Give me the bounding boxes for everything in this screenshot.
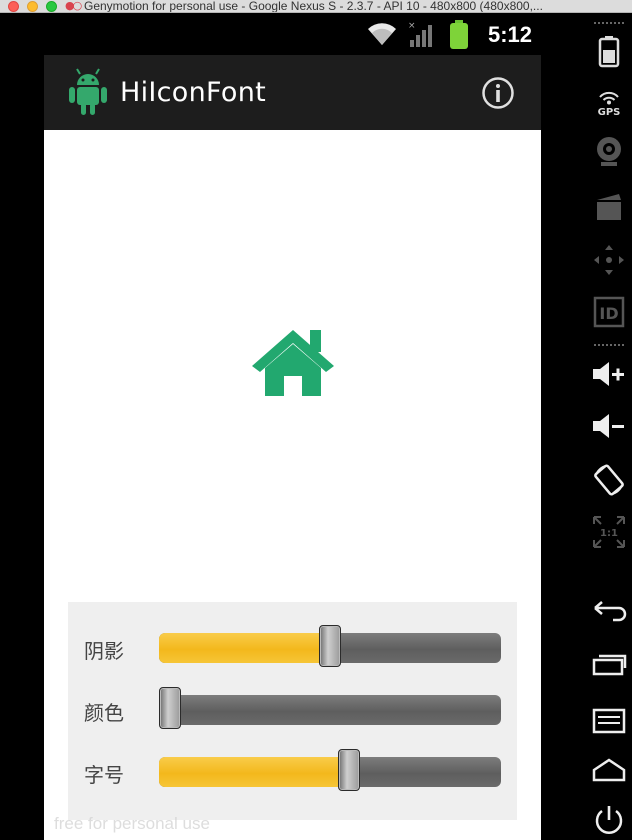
shadow-slider-fill: [159, 633, 330, 663]
svg-text:GPS: GPS: [598, 107, 621, 117]
window-title: Genymotion for personal use - Google Nex…: [84, 0, 543, 12]
home-icon: [252, 330, 334, 396]
android-logo-icon: [69, 68, 107, 115]
size-slider-fill: [159, 757, 349, 787]
content-area: 阴影 颜色 字号: [44, 130, 541, 840]
window-titlebar: ●○ Genymotion for personal use - Google …: [0, 0, 632, 13]
home-button-icon: [592, 758, 626, 782]
slider-label-shadow: 阴影: [84, 639, 124, 663]
size-slider-thumb[interactable]: [338, 749, 360, 791]
scale-button[interactable]: 1:1: [586, 512, 632, 552]
slider-label-size: 字号: [84, 763, 124, 787]
status-time: 5:12: [487, 22, 532, 47]
window-minimize-button[interactable]: [27, 1, 38, 12]
gps-icon: GPS: [598, 91, 621, 117]
webcam-button[interactable]: [586, 134, 632, 170]
dpad-icon: [594, 245, 624, 275]
shadow-slider-thumb[interactable]: [319, 625, 341, 667]
back-icon: [594, 601, 627, 622]
wifi-icon: [368, 23, 396, 45]
camera-icon: [597, 137, 621, 166]
recent-apps-icon: [592, 654, 627, 676]
svg-text:ID: ID: [599, 304, 618, 323]
volume-down-icon: [593, 414, 624, 438]
video-icon: [597, 194, 621, 220]
recent-apps-button[interactable]: [586, 646, 632, 682]
color-slider-thumb[interactable]: [159, 687, 181, 729]
volume-up-icon: [593, 362, 624, 386]
toolbar-divider: [594, 344, 624, 348]
toolbar-divider: [594, 22, 624, 26]
signal-icon: ×: [408, 21, 432, 47]
menu-icon: [592, 708, 626, 734]
scale-icon: 1:1: [593, 516, 625, 548]
android-statusbar: × 5:12: [44, 14, 542, 55]
color-slider-track[interactable]: [159, 695, 501, 725]
dpad-button[interactable]: [586, 240, 632, 280]
slider-row-color: 颜色: [68, 687, 517, 731]
svg-text:1:1: 1:1: [600, 528, 618, 539]
window-close-button[interactable]: [8, 1, 19, 12]
battery-icon: [598, 36, 620, 68]
action-bar: HiIconFont: [44, 55, 541, 130]
device-id-button[interactable]: ID: [586, 292, 632, 332]
info-icon[interactable]: [481, 76, 515, 110]
id-icon: ID: [593, 296, 625, 328]
battery-status-icon: [450, 20, 468, 49]
genymotion-logo-icon: ●○: [65, 0, 82, 12]
genymotion-toolbar: GPS ID 1:1: [586, 14, 632, 840]
battery-button[interactable]: [586, 34, 632, 70]
power-button[interactable]: [586, 802, 632, 838]
capture-button[interactable]: [586, 186, 632, 226]
window-maximize-button[interactable]: [46, 1, 57, 12]
gps-button[interactable]: GPS: [586, 84, 632, 120]
slider-label-color: 颜色: [84, 701, 124, 725]
slider-row-shadow: 阴影: [68, 625, 517, 669]
controls-panel: 阴影 颜色 字号: [68, 602, 517, 820]
rotate-icon: [594, 464, 624, 496]
volume-up-button[interactable]: [586, 356, 632, 392]
svg-text:×: ×: [408, 21, 416, 31]
watermark: free for personal use: [54, 814, 210, 833]
size-slider-track[interactable]: [159, 757, 501, 787]
back-button[interactable]: [586, 592, 632, 628]
volume-down-button[interactable]: [586, 408, 632, 444]
menu-button[interactable]: [586, 702, 632, 738]
home-button[interactable]: [586, 752, 632, 788]
slider-row-size: 字号: [68, 749, 517, 793]
rotate-button[interactable]: [586, 460, 632, 500]
power-icon: [595, 806, 623, 834]
app-title: HiIconFont: [120, 77, 267, 108]
